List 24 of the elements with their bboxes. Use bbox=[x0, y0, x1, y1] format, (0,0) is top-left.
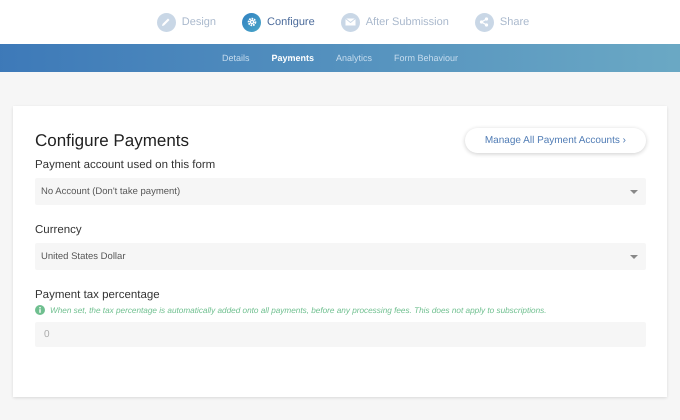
subnav-tab[interactable]: Analytics bbox=[328, 53, 380, 63]
step-tab[interactable]: After Submission bbox=[340, 12, 449, 32]
select-field[interactable]: United States Dollar bbox=[35, 243, 646, 270]
step-tab[interactable]: Configure bbox=[242, 12, 315, 32]
dropdown-caret-icon bbox=[630, 254, 638, 258]
card-title: Configure Payments bbox=[35, 130, 190, 150]
subnav-tab[interactable]: Details bbox=[214, 53, 258, 63]
select-field[interactable]: No Account (Don't take payment) bbox=[35, 178, 646, 205]
field-label: Payment account used on this form bbox=[35, 159, 216, 171]
manage-accounts-button[interactable]: Manage All Payment Accounts › bbox=[464, 128, 646, 153]
subnav-tab[interactable]: Form Behaviour bbox=[386, 53, 466, 63]
field-label: Payment tax percentage bbox=[35, 289, 161, 301]
field-label: Currency bbox=[35, 224, 83, 236]
gear-icon bbox=[246, 17, 257, 27]
hint-text: When set, the tax percentage is automatically added onto all payments, before any processing fees. This does not apply to subscriptions. bbox=[50, 306, 547, 314]
share-icon bbox=[479, 17, 490, 27]
dropdown-caret-icon bbox=[630, 190, 638, 194]
pencil-icon bbox=[161, 17, 172, 27]
subnav-tab[interactable]: Payments bbox=[263, 53, 322, 63]
step-tab[interactable]: Share bbox=[474, 12, 530, 32]
envelope-icon bbox=[344, 18, 356, 26]
input-field[interactable]: 0 bbox=[35, 322, 646, 347]
step-tab[interactable]: Design bbox=[156, 12, 216, 32]
info-icon bbox=[35, 305, 45, 315]
